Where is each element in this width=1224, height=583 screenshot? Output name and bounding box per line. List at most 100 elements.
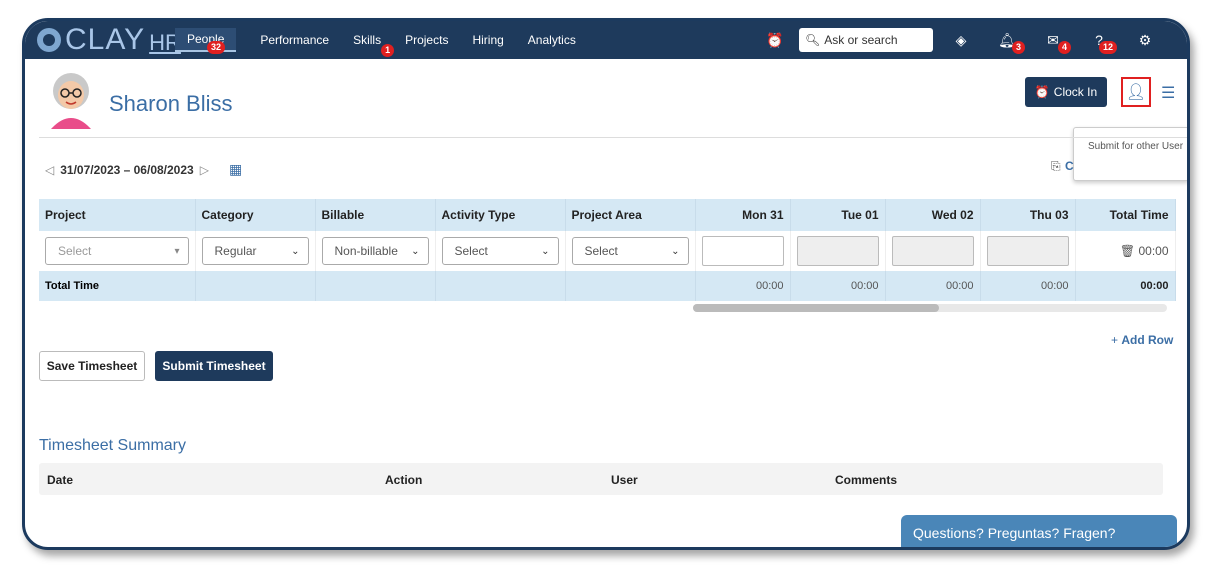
table-row: Select ▾ Regular ⌄ Non-billable ⌄ Select — [39, 231, 1176, 271]
nav-item-label: Projects — [405, 33, 449, 47]
wed-cell — [885, 231, 981, 271]
avatar — [51, 73, 91, 129]
activity-type-cell: Select ⌄ — [435, 231, 566, 271]
people-count-badge: 32 — [207, 41, 226, 54]
date-range-navigator: ◁ 31/07/2023 – 06/08/2023 ▷ ▦ — [39, 161, 242, 178]
trash-icon[interactable]: 🗑︎ — [1120, 244, 1135, 258]
thu-time-input[interactable] — [986, 236, 1069, 266]
billable-select[interactable]: Non-billable ⌄ — [321, 237, 429, 265]
list-icon[interactable]: ☰ — [1161, 83, 1175, 103]
logo-mark-icon — [37, 28, 61, 52]
category-cell: Regular ⌄ — [195, 231, 316, 271]
total-empty-cell — [435, 271, 566, 301]
gear-icon[interactable]: ⚙ — [1135, 30, 1155, 50]
copy-label-truncated[interactable]: C — [1065, 159, 1074, 173]
billable-select-value: Non-billable — [334, 244, 398, 258]
copy-icon[interactable]: ⎘ — [1051, 159, 1061, 174]
summary-title: Timesheet Summary — [39, 437, 186, 454]
chevron-down-icon: ⌄ — [541, 245, 550, 257]
scrollbar-thumb[interactable] — [693, 304, 939, 312]
column-header: Project Area — [565, 199, 696, 231]
column-header: Tue 01 — [790, 199, 886, 231]
column-header: Project — [39, 199, 196, 231]
mon-cell — [695, 231, 791, 271]
activity-type-select[interactable]: Select ⌄ — [441, 237, 559, 265]
clock-icon: ⏰ — [1034, 85, 1050, 99]
total-thu: 00:00 — [980, 271, 1076, 301]
app-window: CLAY HR People 32 Performance Skills 1 P… — [22, 18, 1190, 550]
nav-item-label: Analytics — [527, 33, 576, 47]
summary-column-header: Date — [47, 473, 74, 487]
calendar-icon[interactable]: ▦ — [229, 161, 242, 178]
page-header: Sharon Bliss — [25, 59, 1187, 139]
chevron-down-icon: ⌄ — [411, 245, 420, 257]
horizontal-scrollbar[interactable] — [693, 304, 1167, 312]
clock-in-button[interactable]: ⏰ Clock In — [1025, 77, 1107, 107]
column-header: Thu 03 — [980, 199, 1076, 231]
column-header: Wed 02 — [885, 199, 981, 231]
messages-badge: 4 — [1057, 41, 1071, 54]
column-header: Activity Type — [435, 199, 566, 231]
project-area-cell: Select ⌄ — [565, 231, 696, 271]
submit-timesheet-button[interactable]: Submit Timesheet — [155, 351, 273, 381]
project-area-select-value: Select — [584, 244, 618, 258]
search-icon: 🔍︎ — [805, 33, 821, 47]
help-icon[interactable]: ? 12 — [1089, 30, 1117, 54]
tue-cell — [790, 231, 886, 271]
total-empty-cell — [315, 271, 436, 301]
activity-type-select-value: Select — [454, 244, 488, 258]
wed-time-input[interactable] — [891, 236, 974, 266]
alarm-clock-icon[interactable]: ⏰ — [765, 30, 785, 50]
user-icon: 👤︎ — [1125, 84, 1147, 101]
project-area-select[interactable]: Select ⌄ — [571, 237, 689, 265]
total-overall: 00:00 — [1075, 271, 1176, 301]
skills-count-badge: 1 — [381, 44, 395, 57]
summary-column-header: User — [611, 473, 638, 487]
total-label: Total Time — [39, 271, 196, 301]
nav-item-label: Performance — [260, 33, 330, 47]
summary-column-header: Comments — [835, 473, 898, 487]
clock-in-label: Clock In — [1053, 85, 1098, 99]
project-select[interactable]: Select ▾ — [45, 237, 189, 265]
nav-item-hiring[interactable]: Hiring — [472, 29, 503, 51]
column-header: Billable — [315, 199, 436, 231]
row-total-value: 00:00 — [1138, 244, 1169, 258]
category-select-value: Regular — [214, 244, 257, 258]
header-divider — [39, 137, 1187, 138]
table-header-row: Project Category Billable Activity Type … — [39, 199, 1176, 231]
date-range-text: 31/07/2023 – 06/08/2023 — [60, 162, 194, 177]
total-wed: 00:00 — [885, 271, 981, 301]
total-mon: 00:00 — [695, 271, 791, 301]
add-row-button[interactable]: + Add Row — [1111, 333, 1173, 347]
search-box[interactable]: 🔍︎ Ask or search — [799, 28, 933, 52]
logo-main-text: CLAY — [65, 23, 146, 56]
nav-item-people[interactable]: People 32 — [175, 28, 237, 54]
tue-time-input[interactable] — [796, 236, 879, 266]
column-header: Mon 31 — [695, 199, 791, 231]
billable-cell: Non-billable ⌄ — [315, 231, 436, 271]
layers-icon[interactable]: ◈ — [951, 30, 971, 50]
bell-icon[interactable]: 🔔︎ 3 — [997, 30, 1025, 54]
summary-column-header: Action — [385, 473, 423, 487]
next-week-icon[interactable]: ▷ — [200, 163, 209, 177]
nav-item-projects[interactable]: Projects — [405, 29, 448, 51]
summary-header-row: Date Action User Comments — [39, 463, 1163, 495]
mon-time-input[interactable] — [701, 236, 784, 266]
nav-item-label: Hiring — [472, 33, 504, 47]
chat-widget-button[interactable]: Questions? Preguntas? Fragen? — [901, 515, 1177, 547]
nav-item-skills[interactable]: Skills 1 — [353, 29, 395, 57]
user-avatar-icon[interactable]: ● 4 — [1181, 30, 1188, 50]
nav-item-performance[interactable]: Performance — [260, 29, 329, 51]
submit-for-other-user-button[interactable]: 👤︎ — [1121, 77, 1151, 107]
nav-item-analytics[interactable]: Analytics — [528, 29, 576, 51]
previous-week-icon[interactable]: ◁ — [45, 163, 54, 177]
category-select[interactable]: Regular ⌄ — [201, 237, 309, 265]
clayhr-logo[interactable]: CLAY HR — [37, 23, 181, 57]
total-tue: 00:00 — [790, 271, 886, 301]
column-header: Category — [195, 199, 316, 231]
main-nav: People 32 Performance Skills 1 Projects … — [175, 21, 600, 59]
topbar-actions: ⏰ 🔍︎ Ask or search ◈ 🔔︎ 3 ✉ 4 ? 12 ⚙ ● 4 — [765, 21, 1188, 59]
total-row: Total Time 00:00 00:00 00:00 00:00 00:00 — [39, 271, 1176, 301]
mail-icon[interactable]: ✉ 4 — [1043, 30, 1071, 54]
save-timesheet-button[interactable]: Save Timesheet — [39, 351, 145, 381]
